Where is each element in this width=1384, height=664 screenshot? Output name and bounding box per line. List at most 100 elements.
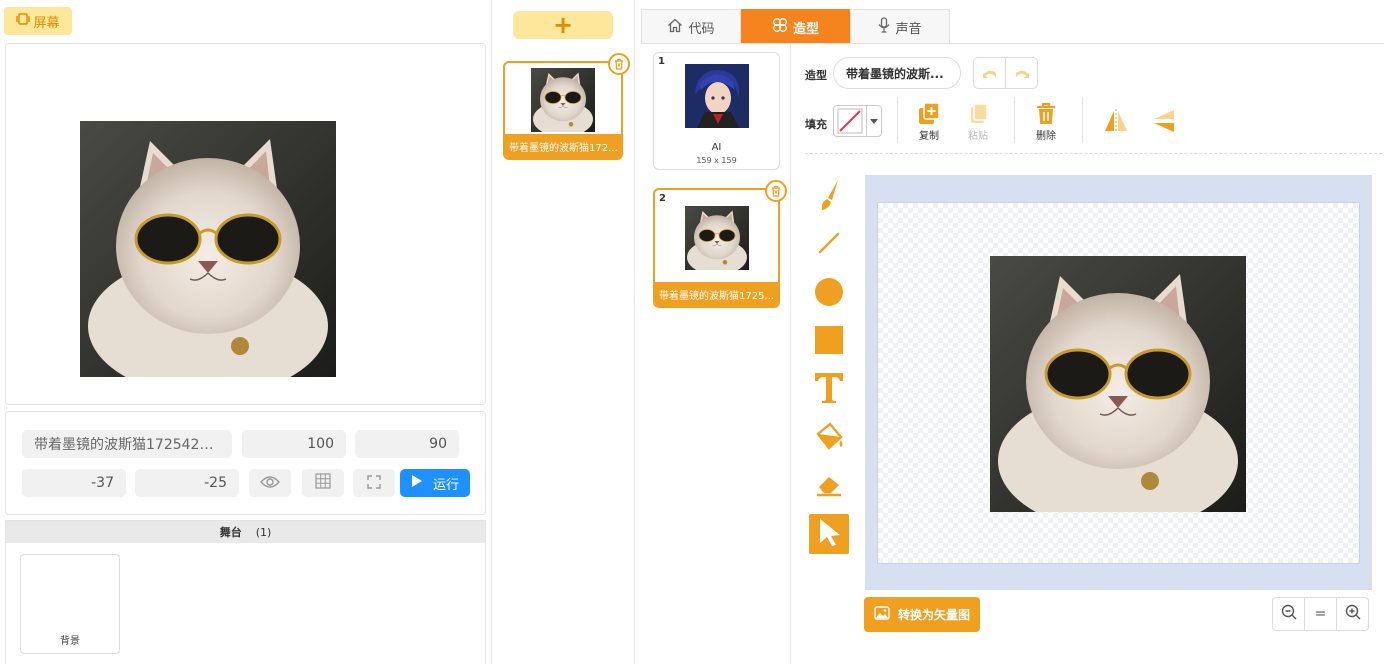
fill-tool[interactable] (809, 418, 849, 458)
eye-icon (260, 474, 280, 493)
add-sprite-button[interactable]: + (513, 11, 613, 39)
stage-sprite-image[interactable] (80, 121, 336, 377)
editor-tabs: 代码 造型 声音 (641, 9, 950, 44)
zoom-controls: = (1272, 597, 1369, 631)
zoom-in-button[interactable] (1336, 598, 1368, 630)
left-panel: 屏幕 带着墨镜的波斯猫1725429… 100 90 -37 -25 运行 舞台… (0, 0, 492, 664)
undo-redo-group (973, 57, 1038, 89)
tab-costume[interactable]: 造型 (741, 9, 850, 44)
text-tool[interactable] (809, 370, 849, 410)
visibility-toggle[interactable] (249, 469, 291, 497)
toolbar-divider (1082, 97, 1083, 143)
line-tool[interactable] (809, 225, 849, 265)
zoom-out-icon (1281, 604, 1297, 624)
fill-dropdown-arrow[interactable] (866, 106, 881, 136)
run-button[interactable]: 运行 (400, 469, 470, 497)
undo-icon (982, 64, 998, 83)
flip-vertical-button[interactable] (1150, 107, 1178, 135)
costume-list: 1 AI 159 x 159 2 带着墨镜的波斯猫1725... (641, 44, 791, 664)
sprite-card-label: 带着墨镜的波斯猫172... (505, 134, 621, 158)
paste-label: 粘贴 (968, 131, 988, 142)
sprite-card[interactable]: 带着墨镜的波斯猫172... (503, 61, 623, 160)
home-icon (667, 18, 683, 37)
costume-card[interactable]: 2 带着墨镜的波斯猫1725... (653, 188, 780, 308)
canvas-costume-image[interactable] (990, 256, 1246, 512)
backdrop-card[interactable]: 背景 (20, 554, 120, 654)
costume-card[interactable]: 1 AI 159 x 159 (653, 52, 780, 170)
delete-costume-button[interactable] (765, 180, 787, 202)
costume-size: 159 x 159 (696, 156, 737, 165)
convert-to-vector-button[interactable]: 转换为矢量图 (864, 597, 980, 632)
text-icon (814, 372, 844, 408)
toolbar-divider (897, 97, 898, 143)
tab-sound-label: 声音 (895, 21, 922, 37)
redo-button[interactable] (1005, 58, 1037, 88)
stage-preview[interactable] (5, 43, 486, 405)
grid-toggle[interactable] (302, 469, 344, 497)
direction-field[interactable]: 90 (355, 430, 459, 458)
sprite-name-field[interactable]: 带着墨镜的波斯猫1725429… (22, 430, 232, 458)
fill-label: 填充 (805, 118, 827, 131)
zoom-out-button[interactable] (1273, 598, 1304, 630)
paint-bucket-icon (813, 420, 845, 456)
costume-thumbnail (685, 64, 749, 128)
costume-card-label: 带着墨镜的波斯猫1725... (655, 282, 778, 306)
costume-name-label: 造型 (805, 69, 827, 82)
eraser-tool[interactable] (809, 466, 849, 506)
costume-icon (772, 17, 788, 37)
plus-icon: + (552, 11, 574, 39)
circle-icon (814, 277, 844, 311)
costume-name-input[interactable]: 带着墨镜的波斯... (833, 57, 961, 89)
copy-icon (909, 101, 949, 127)
fill-color-picker[interactable] (833, 105, 882, 137)
image-icon (874, 606, 890, 623)
sprite-properties: 带着墨镜的波斯猫1725429… 100 90 -37 -25 运行 (5, 411, 486, 515)
circle-tool[interactable] (809, 274, 849, 314)
zoom-in-icon (1345, 604, 1361, 624)
x-field[interactable]: -37 (22, 469, 126, 497)
screen-icon (16, 13, 31, 29)
flip-vertical-icon (1150, 110, 1178, 139)
eraser-icon (815, 471, 843, 501)
size-field[interactable]: 100 (242, 430, 346, 458)
grid-icon (315, 473, 331, 493)
screen-button-label: 屏幕 (33, 15, 60, 31)
toolbar-divider (1014, 97, 1015, 143)
brush-icon (816, 178, 842, 216)
paint-canvas[interactable] (877, 202, 1360, 564)
trash-icon (614, 55, 624, 74)
delete-sprite-button[interactable] (608, 53, 630, 75)
select-tool[interactable] (809, 514, 849, 554)
convert-label: 转换为矢量图 (897, 608, 970, 622)
flip-horizontal-button[interactable] (1102, 107, 1130, 135)
copy-button[interactable]: 复制 (909, 101, 949, 142)
costume-index: 2 (659, 193, 666, 204)
tab-code[interactable]: 代码 (641, 9, 741, 44)
tab-sound[interactable]: 声音 (850, 9, 950, 44)
fullscreen-icon (367, 474, 381, 493)
microphone-icon (878, 17, 890, 37)
costume-name: AI (711, 142, 722, 153)
paste-button[interactable]: 粘贴 (958, 101, 998, 142)
rectangle-tool[interactable] (809, 322, 849, 362)
play-icon (411, 474, 423, 492)
paint-canvas-area[interactable] (865, 175, 1372, 590)
fullscreen-toggle[interactable] (353, 469, 395, 497)
stage-panel: 舞台 (1) 背景 (5, 520, 486, 664)
tab-costume-label: 造型 (792, 21, 819, 37)
undo-button[interactable] (974, 58, 1005, 88)
costume-thumbnail (685, 206, 749, 270)
delete-button[interactable]: 删除 (1026, 101, 1066, 142)
trash-icon (1026, 101, 1066, 127)
sprite-thumbnail (531, 68, 595, 132)
zoom-reset-button[interactable]: = (1304, 598, 1336, 630)
stage-header: 舞台 (1) (6, 521, 485, 543)
stage-count: (1) (255, 525, 272, 539)
costume-index: 1 (658, 56, 665, 67)
screen-button[interactable]: 屏幕 (4, 7, 72, 35)
brush-tool[interactable] (809, 177, 849, 217)
delete-label: 删除 (1036, 131, 1056, 142)
y-field[interactable]: -25 (135, 469, 239, 497)
toolbar-separator (805, 153, 1382, 154)
stage-title: 舞台 (219, 526, 242, 539)
